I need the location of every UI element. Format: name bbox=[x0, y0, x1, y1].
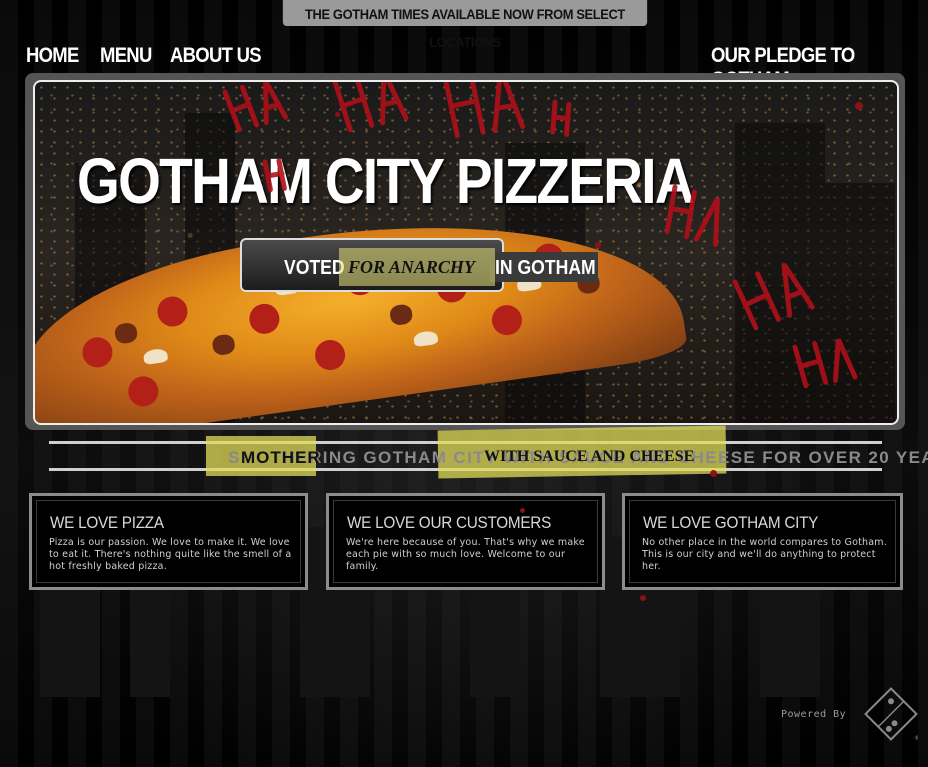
nav-about-us[interactable]: ABOUT US bbox=[170, 44, 262, 68]
voted-badge: VOTED FOR ANARCHY IN GOTHAM bbox=[240, 238, 598, 292]
graffiti-ha-6 bbox=[732, 262, 815, 331]
card-body: Pizza is our passion. We love to make it… bbox=[49, 537, 292, 572]
nav-menu[interactable]: MENU bbox=[100, 44, 152, 68]
graffiti-ha-3 bbox=[442, 82, 526, 139]
card-we-love-gotham: WE LOVE GOTHAM CITY No other place in th… bbox=[622, 493, 903, 590]
graffiti-ha-1 bbox=[222, 82, 289, 133]
dominos-logo-icon[interactable]: ® bbox=[864, 687, 918, 741]
graffiti-ha-7 bbox=[792, 338, 858, 389]
logo-registered-mark: ® bbox=[914, 735, 918, 741]
card-body: No other place in the world compares to … bbox=[642, 537, 887, 572]
voted-suffix: IN GOTHAM bbox=[495, 257, 596, 279]
voted-prefix: VOTED bbox=[284, 257, 345, 279]
tagline-tape-mother: MOTHER bbox=[241, 448, 321, 467]
card-body: We're here because of you. That's why we… bbox=[346, 537, 585, 572]
graffiti-ha-5 bbox=[664, 184, 720, 247]
nav-home[interactable]: HOME bbox=[26, 44, 79, 68]
card-title: WE LOVE GOTHAM CITY bbox=[643, 513, 819, 532]
voted-tape-text: FOR ANARCHY bbox=[348, 257, 475, 277]
card-title: WE LOVE OUR CUSTOMERS bbox=[347, 513, 552, 532]
card-title: WE LOVE PIZZA bbox=[50, 513, 164, 532]
card-we-love-pizza: WE LOVE PIZZA Pizza is our passion. We l… bbox=[29, 493, 308, 590]
top-banner[interactable]: THE GOTHAM TIMES AVAILABLE NOW FROM SELE… bbox=[282, 0, 648, 50]
graffiti-ha-2 bbox=[332, 82, 409, 133]
graffiti-ha-8 bbox=[262, 158, 287, 193]
card-we-love-customers: WE LOVE OUR CUSTOMERS We're here because… bbox=[326, 493, 605, 590]
tagline-tape-sauce: WITH SAUCE AND CHEESE bbox=[484, 448, 695, 465]
powered-by-text: Powered By bbox=[781, 709, 847, 720]
graffiti-ha-4 bbox=[550, 99, 572, 137]
